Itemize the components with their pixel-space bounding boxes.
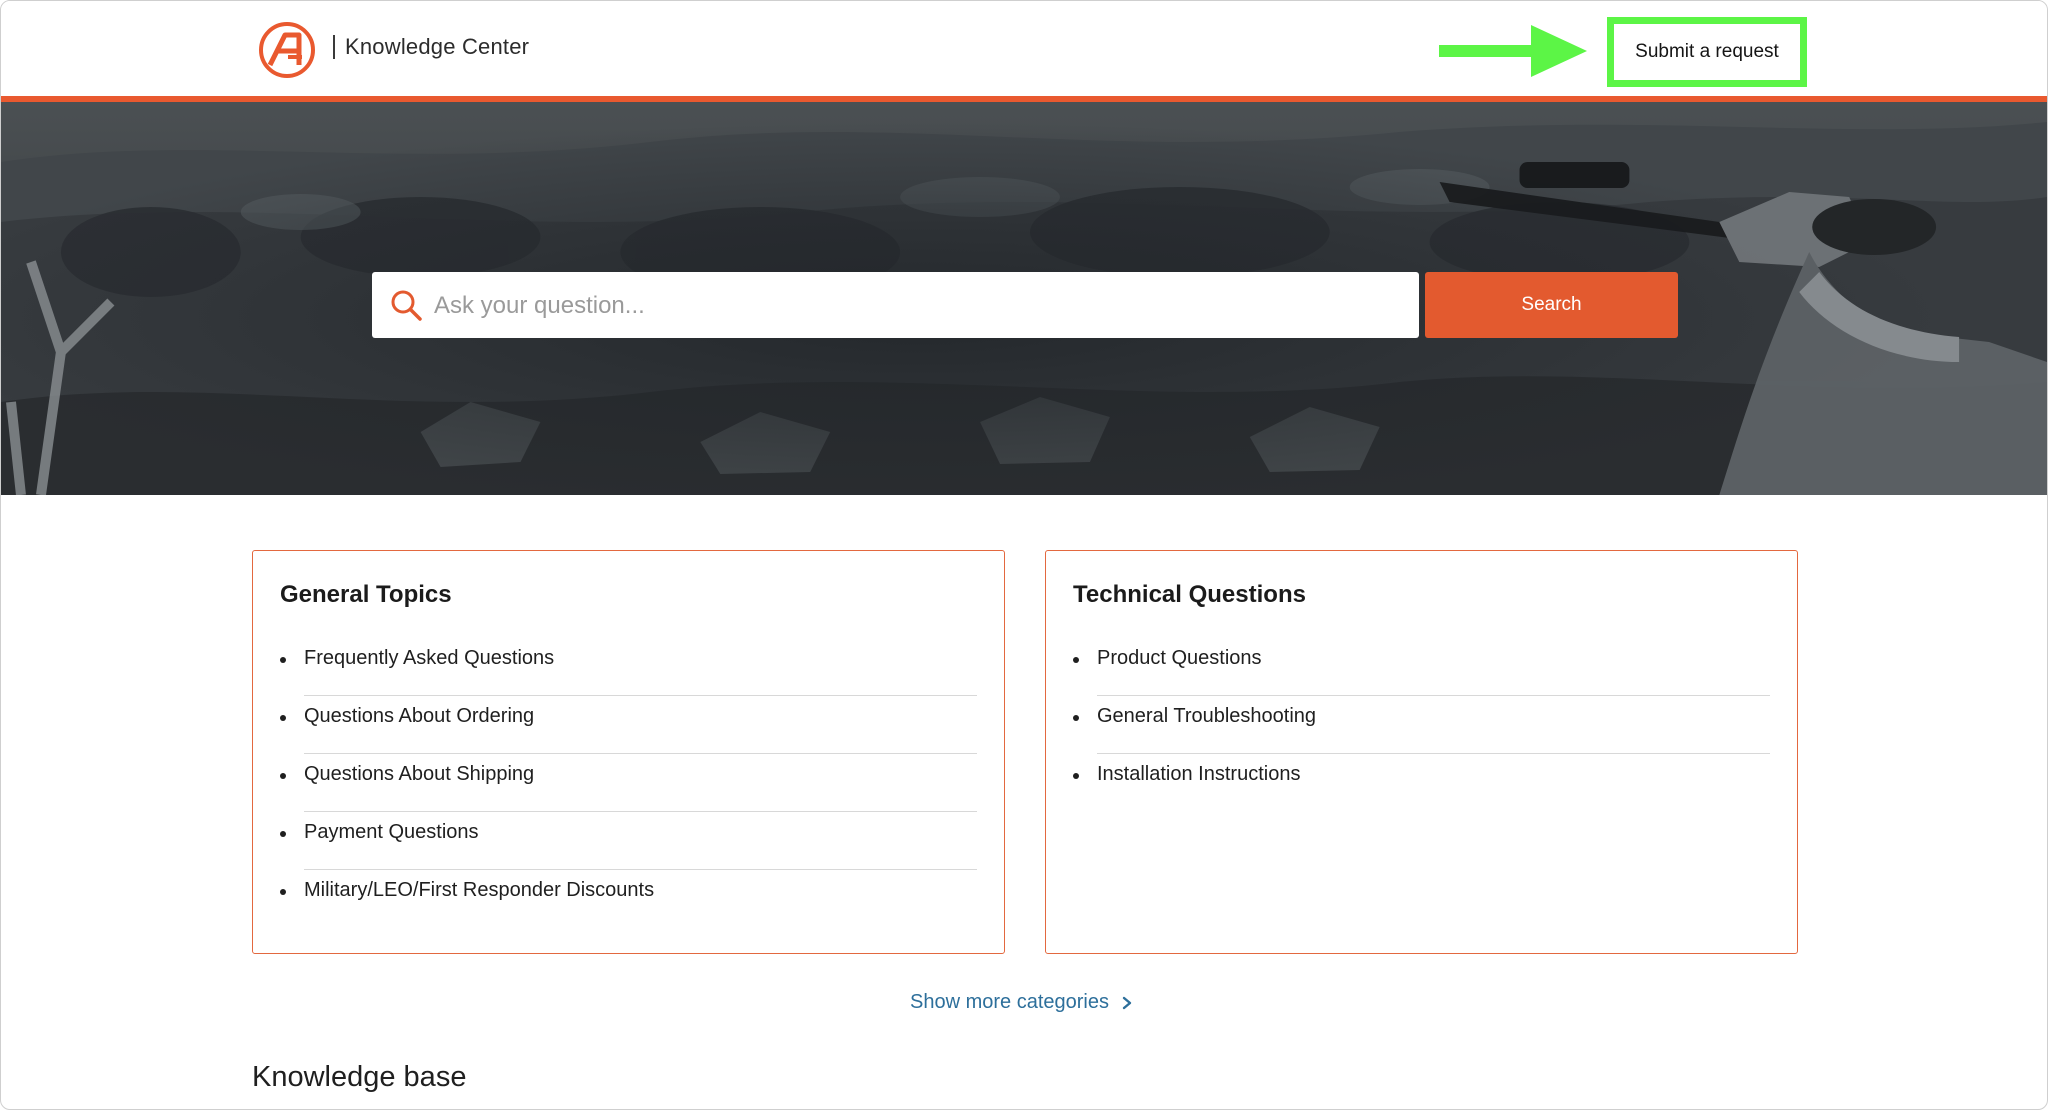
category-link[interactable]: Questions About Ordering	[304, 705, 534, 728]
category-link[interactable]: Frequently Asked Questions	[304, 647, 554, 670]
category-link[interactable]: Installation Instructions	[1097, 763, 1300, 786]
divider	[304, 695, 977, 696]
brand-logo-icon[interactable]	[258, 21, 316, 79]
divider	[1097, 695, 1770, 696]
divider	[304, 811, 977, 812]
brand-title: Knowledge Center	[345, 34, 530, 59]
show-more-label: Show more categories	[910, 991, 1109, 1013]
list-item: Product Questions	[1073, 639, 1770, 697]
bullet-icon	[280, 715, 286, 721]
list-item: Frequently Asked Questions	[280, 639, 977, 697]
category-link[interactable]: General Troubleshooting	[1097, 705, 1316, 728]
category-card-general-topics: General Topics Frequently Asked Question…	[252, 550, 1005, 954]
bullet-icon	[1073, 715, 1079, 721]
divider	[304, 869, 977, 870]
category-link[interactable]: Product Questions	[1097, 647, 1262, 670]
list-item: General Troubleshooting	[1073, 697, 1770, 755]
divider	[304, 753, 977, 754]
search-input[interactable]	[432, 272, 1406, 340]
hero-banner: Search	[1, 102, 2047, 495]
list-item: Military/LEO/First Responder Discounts	[280, 871, 977, 929]
chevron-right-icon	[1122, 996, 1132, 1009]
category-link[interactable]: Military/LEO/First Responder Discounts	[304, 879, 654, 902]
bullet-icon	[1073, 657, 1079, 663]
browser-frame: Knowledge Center Submit a request Ask yo…	[0, 0, 2048, 1110]
arrow-right-icon	[1439, 25, 1587, 77]
show-more-categories-link[interactable]: Show more categories	[910, 991, 1133, 1014]
brand-separator	[333, 35, 335, 59]
bullet-icon	[280, 773, 286, 779]
category-link[interactable]: Payment Questions	[304, 821, 479, 844]
list-item: Payment Questions	[280, 813, 977, 871]
divider	[1097, 753, 1770, 754]
category-card-technical-questions: Technical Questions Product Questions Ge…	[1045, 550, 1798, 954]
bullet-icon	[280, 889, 286, 895]
search-bar	[372, 272, 1419, 340]
knowledge-base-heading: Knowledge base	[252, 1061, 467, 1093]
site-header: Knowledge Center Submit a request	[1, 1, 2047, 102]
list-item: Questions About Ordering	[280, 697, 977, 755]
search-button[interactable]: Search	[1425, 272, 1678, 338]
category-title[interactable]: Technical Questions	[1073, 581, 1306, 609]
bullet-icon	[280, 657, 286, 663]
category-title[interactable]: General Topics	[280, 581, 452, 609]
search-icon	[391, 290, 422, 321]
category-list: Product Questions General Troubleshootin…	[1073, 639, 1770, 813]
category-link[interactable]: Questions About Shipping	[304, 763, 534, 786]
submit-request-button[interactable]: Submit a request	[1607, 17, 1807, 87]
bullet-icon	[280, 831, 286, 837]
category-list: Frequently Asked Questions Questions Abo…	[280, 639, 977, 929]
list-item: Installation Instructions	[1073, 755, 1770, 813]
bullet-icon	[1073, 773, 1079, 779]
list-item: Questions About Shipping	[280, 755, 977, 813]
